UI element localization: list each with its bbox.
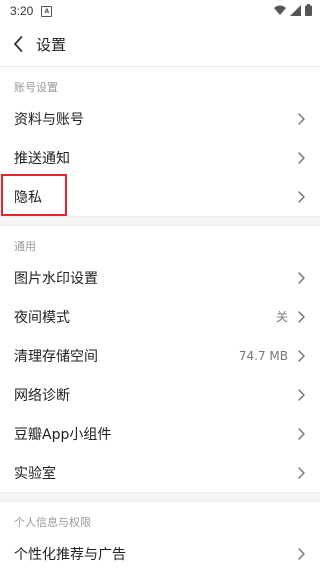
row-label: 隐私 [14,189,42,206]
row-app-widget[interactable]: 豆瓣App小组件 [0,414,320,453]
chevron-right-icon [298,547,305,560]
chevron-right-icon [298,349,305,362]
row-network-diagnosis[interactable]: 网络诊断 [0,375,320,414]
back-button[interactable] [0,22,36,66]
row-profile-account[interactable]: 资料与账号 [0,99,320,138]
status-time: 3:20 [10,4,34,18]
notification-icon: A [41,5,53,17]
row-label: 清理存储空间 [14,348,98,365]
chevron-right-icon [298,151,305,164]
row-label: 资料与账号 [14,111,84,128]
chevron-right-icon [298,112,305,125]
section-title: 账号设置 [14,81,58,94]
status-icons [274,4,312,16]
chevron-right-icon [298,310,305,323]
chevron-left-icon [14,36,23,52]
battery-icon [305,4,312,16]
section-account: 账号设置 资料与账号 推送通知 隐私 [0,67,320,216]
row-value: 74.7 MB [238,348,288,363]
section-title: 个人信息与权限 [14,516,91,529]
row-label: 网络诊断 [14,387,70,404]
row-push-notifications[interactable]: 推送通知 [0,138,320,177]
row-personalized-ads[interactable]: 个性化推荐与广告 [0,534,320,573]
status-bar: 3:20 A [0,0,320,22]
signal-icon [290,4,301,16]
row-label: 夜间模式 [14,309,70,326]
section-title: 通用 [14,240,36,253]
page-title: 设置 [36,35,67,54]
section-divider [0,216,320,226]
row-privacy[interactable]: 隐私 [0,177,320,216]
chevron-right-icon [298,388,305,401]
row-lab[interactable]: 实验室 [0,453,320,492]
chevron-right-icon [298,271,305,284]
row-night-mode[interactable]: 夜间模式 关 [0,297,320,336]
row-label: 图片水印设置 [14,270,98,287]
section-privacy-permissions: 个人信息与权限 个性化推荐与广告 [0,502,320,573]
row-image-watermark[interactable]: 图片水印设置 [0,258,320,297]
row-value: 关 [275,310,288,324]
row-label: 个性化推荐与广告 [14,546,126,563]
header: 设置 [0,22,320,66]
chevron-right-icon [298,190,305,203]
row-clear-storage[interactable]: 清理存储空间 74.7 MB [0,336,320,375]
section-general: 通用 图片水印设置 夜间模式 关 清理存储空间 74.7 MB 网络诊断 豆瓣A… [0,226,320,492]
chevron-right-icon [298,427,305,440]
row-label: 豆瓣App小组件 [14,426,112,443]
wifi-icon [274,5,286,15]
section-divider [0,492,320,502]
chevron-right-icon [298,466,305,479]
row-label: 推送通知 [14,150,70,167]
row-label: 实验室 [14,465,56,482]
